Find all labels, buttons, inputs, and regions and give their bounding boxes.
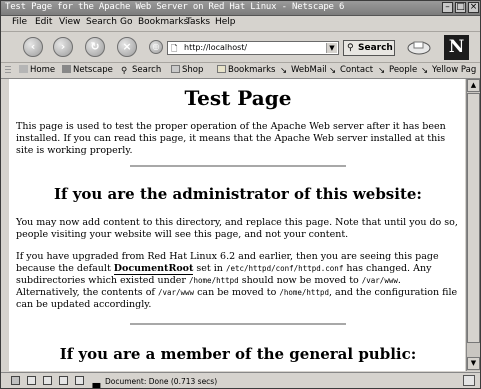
link-icon: ↘ xyxy=(280,66,288,76)
status-bar: ▪ Document: Done (0.713 secs) xyxy=(1,372,480,389)
admin-paragraph-1: You may now add content to this director… xyxy=(16,217,458,240)
code-path: /home/httpd xyxy=(189,276,239,285)
stop-icon: × xyxy=(122,40,132,53)
im-icon[interactable] xyxy=(59,376,68,385)
documentroot-keyword: DocumentRoot xyxy=(113,263,194,275)
folder-icon xyxy=(217,65,226,73)
bookmark-shop-label: Shop xyxy=(182,65,204,75)
url-text: http://localhost/ xyxy=(184,43,248,52)
browser-window: Test Page for the Apache Web Server on R… xyxy=(0,0,481,389)
window-title: Test Page for the Apache Web Server on R… xyxy=(5,2,345,12)
menu-help[interactable]: Help xyxy=(215,17,236,27)
bookmark-contact[interactable]: ↘ Contact xyxy=(329,65,374,76)
search-button[interactable]: ⚲ Search xyxy=(343,40,395,56)
bookmark-shop[interactable]: Shop xyxy=(171,65,203,75)
text-run: should now be moved to xyxy=(238,275,362,286)
title-bar[interactable]: Test Page for the Apache Web Server on R… xyxy=(1,1,480,16)
reload-icon: ↻ xyxy=(90,40,100,53)
page-content[interactable]: Test Page This page is used to test the … xyxy=(9,79,465,371)
bookmark-home-label: Home xyxy=(30,65,56,75)
magnifier-icon: ⚲ xyxy=(347,43,354,53)
mail-small-icon[interactable] xyxy=(27,376,36,385)
admin-heading: If you are the administrator of this web… xyxy=(54,185,422,203)
document: Test Page This page is used to test the … xyxy=(16,79,460,363)
scroll-down-icon[interactable]: ▼ xyxy=(467,357,480,370)
bookmark-netscape[interactable]: Netscape xyxy=(62,65,113,75)
navigator-icon[interactable] xyxy=(11,376,20,385)
menu-edit[interactable]: Edit xyxy=(35,17,52,27)
menu-file[interactable]: File xyxy=(12,17,27,27)
text-run: set in xyxy=(193,263,226,274)
bookmark-netscape-label: Netscape xyxy=(73,65,113,75)
netscape-small-icon xyxy=(62,65,71,73)
back-arrow-icon: ‹ xyxy=(30,40,36,53)
bookmark-webmail-label: WebMail xyxy=(291,65,327,75)
navigation-toolbar: ‹ › ↻ × ◎ 🗋 http://localhost/ ▼ ⚲ Search… xyxy=(1,32,480,63)
close-button[interactable]: × xyxy=(468,2,479,13)
menu-bookmarks[interactable]: Bookmarks xyxy=(138,17,188,27)
link-icon: ↘ xyxy=(329,66,337,76)
intro-paragraph: This page is used to test the proper ope… xyxy=(16,121,446,156)
search-button-label: Search xyxy=(358,43,393,53)
link-icon: ↘ xyxy=(421,66,429,76)
search-icon: ⚲ xyxy=(121,66,128,76)
vertical-scrollbar[interactable]: ▲ ▼ xyxy=(466,79,480,371)
shop-icon xyxy=(171,65,180,73)
bookmark-webmail[interactable]: ↘ WebMail xyxy=(280,65,327,76)
bookmark-folder[interactable]: Bookmarks xyxy=(217,65,276,75)
stop-button[interactable]: × xyxy=(117,37,137,57)
home-icon xyxy=(19,65,28,73)
url-bar[interactable]: 🗋 http://localhost/ ▼ xyxy=(167,41,339,55)
lock-icon[interactable] xyxy=(463,375,475,386)
connection-icon: ▪ xyxy=(91,376,102,389)
admin-paragraph-2: If you have upgraded from Red Hat Linux … xyxy=(16,251,460,311)
link-icon: ↘ xyxy=(378,66,386,76)
bookmark-contact-label: Contact xyxy=(340,65,374,75)
page-heading: Test Page xyxy=(184,86,292,110)
bookmark-search-label: Search xyxy=(132,65,162,75)
divider xyxy=(130,165,346,167)
code-path: /etc/httpd/conf/httpd.conf xyxy=(225,264,344,273)
forward-arrow-icon: › xyxy=(60,40,66,53)
reload-button[interactable]: ↻ xyxy=(85,37,105,57)
mail-icon[interactable] xyxy=(406,39,432,55)
status-text: Document: Done (0.713 secs) xyxy=(105,377,218,386)
menu-view[interactable]: View xyxy=(59,17,80,27)
chevron-down-icon[interactable]: ▼ xyxy=(326,43,337,53)
menu-search[interactable]: Search xyxy=(86,17,117,27)
divider xyxy=(130,323,346,325)
scrollbar-thumb[interactable] xyxy=(467,93,480,343)
bookmark-people-label: People xyxy=(389,65,418,75)
bookmark-search[interactable]: ⚲ Search xyxy=(121,65,162,76)
netscape-logo[interactable]: N xyxy=(444,35,469,60)
personal-toolbar: Home Netscape ⚲ Search Shop Bookmarks ↘ We… xyxy=(1,63,480,79)
scroll-up-icon[interactable]: ▲ xyxy=(467,79,480,92)
bookmark-folder-label: Bookmarks xyxy=(228,65,276,75)
maximize-button[interactable]: □ xyxy=(455,2,466,13)
composer-icon[interactable] xyxy=(43,376,52,385)
bookmark-yellow-pages[interactable]: ↘ Yellow Pag xyxy=(421,65,477,76)
menu-tasks[interactable]: Tasks xyxy=(186,17,210,27)
code-path: /var/www xyxy=(361,276,398,285)
menu-bar: File Edit View Search Go Bookmarks Tasks… xyxy=(1,16,480,32)
location-icon: ◎ xyxy=(149,40,163,54)
minimize-button[interactable]: – xyxy=(442,2,453,13)
menu-go[interactable]: Go xyxy=(120,17,132,27)
address-book-icon[interactable] xyxy=(75,376,84,385)
code-path: /home/httpd xyxy=(279,288,329,297)
public-heading: If you are a member of the general publi… xyxy=(59,345,417,363)
bookmark-people[interactable]: ↘ People xyxy=(378,65,418,76)
bookmark-yellow-pages-label: Yellow Pag xyxy=(432,65,477,75)
page-icon: 🗋 xyxy=(171,44,178,53)
bookmark-home[interactable]: Home xyxy=(19,65,55,75)
forward-button[interactable]: › xyxy=(53,37,73,57)
text-run: can be moved to xyxy=(194,287,280,298)
toolbar-grippy-icon[interactable] xyxy=(5,66,11,75)
back-button[interactable]: ‹ xyxy=(23,37,43,57)
code-path: /var/www xyxy=(157,288,195,297)
